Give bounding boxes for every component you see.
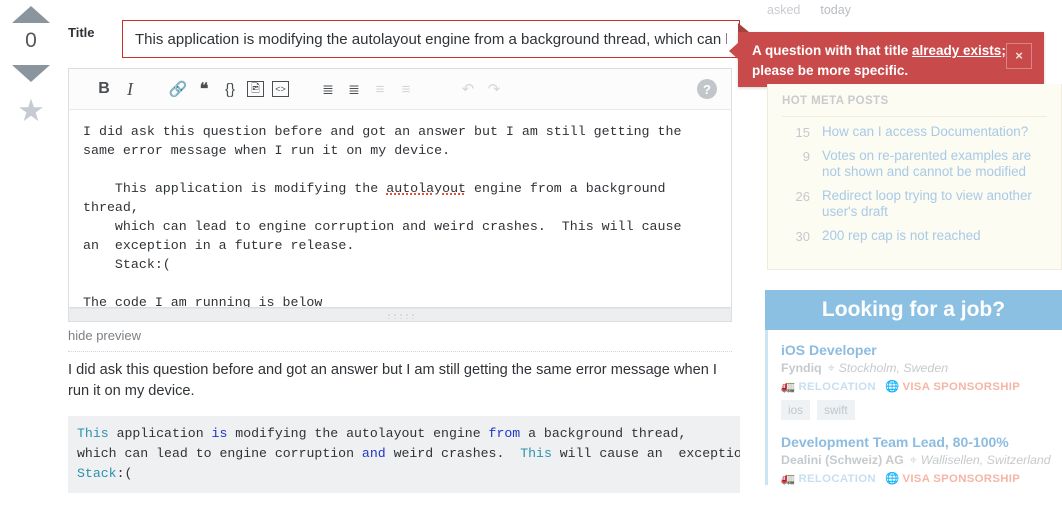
link-icon[interactable]: 🔗 (165, 76, 191, 102)
code-braces-icon[interactable]: {} (217, 76, 243, 102)
job-listing: iOS Developer Fyndiq ⌖ Stockholm, Sweden 🚛 RE… (781, 342, 1062, 420)
code-token: weird crashes. (385, 446, 521, 461)
editor-text: engine from a background thread, which c… (83, 181, 682, 308)
editor-resize-handle[interactable] (68, 308, 732, 322)
triangle-up-icon[interactable] (12, 6, 50, 23)
job-company: Dealini (Schweiz) AG (781, 453, 904, 467)
asked-timestamp: asked today (767, 3, 851, 17)
visa-sponsorship-badge: 🌐 VISA SPONSORSHIP (884, 473, 1021, 485)
job-tags: ios swift (781, 400, 1062, 420)
code-token: This (520, 446, 552, 461)
undo-icon: ↶ (461, 81, 475, 98)
truck-icon: 🚛 (781, 473, 796, 485)
bulleted-list-icon[interactable]: ≣ (341, 76, 367, 102)
toolbar-group: BI (91, 76, 143, 102)
job-location: Wallisellen, Switzerland (920, 453, 1051, 467)
title-label: Title (68, 25, 95, 40)
job-tag[interactable]: swift (817, 400, 855, 420)
hide-preview-link[interactable]: hide preview (68, 328, 141, 343)
vote-column: 0 ★ (0, 0, 62, 150)
code-token: which can lead to engine corruption (77, 446, 362, 461)
preview-paragraph: I did ask this question before and got a… (68, 362, 717, 399)
hot-meta-post-item: 9 Votes on re-parented examples are not s… (780, 148, 1049, 181)
tooltip-pointer-icon (729, 42, 739, 60)
job-title-link[interactable]: Development Team Lead, 80-100% (781, 434, 1062, 450)
grip-dots-icon (386, 313, 414, 319)
hot-meta-posts-heading: HOT META POSTS (782, 95, 889, 107)
relocation-badge: 🚛 RELOCATION (781, 381, 876, 393)
heading-icon: ≡ (375, 80, 385, 98)
hot-meta-post-item: 26 Redirect loop trying to view another u… (780, 188, 1049, 221)
triangle-down-icon[interactable] (12, 65, 50, 82)
toolbar-group: ↶ ↷ (455, 76, 507, 102)
question-mark-icon[interactable]: ? (697, 79, 717, 99)
image-icon[interactable]: 🖻 (247, 81, 264, 97)
location-pin-icon: ⌖ (827, 361, 835, 375)
job-perks: 🚛 RELOCATION 🌐 VISA SPONSORSHIP (781, 379, 1062, 393)
relocation-badge: 🚛 RELOCATION (781, 473, 876, 485)
star-icon[interactable]: ★ (17, 95, 45, 126)
job-perks: 🚛 RELOCATION 🌐 VISA SPONSORSHIP (781, 471, 1062, 485)
code-token: This (77, 426, 109, 441)
title-input[interactable] (122, 20, 740, 58)
meta-post-link[interactable]: Redirect loop trying to view another use… (822, 188, 1049, 221)
italic-icon[interactable]: I (117, 76, 143, 102)
hot-meta-post-item: 30 200 rep cap is not reached (780, 228, 1049, 245)
meta-post-votes: 26 (795, 188, 810, 204)
globe-icon: 🌐 (884, 473, 900, 485)
job-listings-panel: Looking for a job? iOS Developer Fyndiq ⌖ S… (765, 290, 1062, 508)
editor-textarea[interactable]: I did ask this question before and got a… (68, 110, 732, 308)
question-edit-page: 0 ★ Title A question with that title alr… (0, 0, 1062, 508)
asked-value: today (820, 3, 851, 17)
vote-count: 0 (25, 29, 37, 52)
code-token: from (488, 426, 521, 441)
meta-post-votes: 30 (795, 228, 810, 244)
code-token: application (108, 426, 212, 441)
editor-toolbar: B I 🔗 ❝{} 🖻 <> ≣ ≣ ≡ ≡ ↶ ↷ ? (68, 68, 732, 110)
bold-icon[interactable]: B (91, 76, 117, 102)
horizontal-rule-icon: ≡ (401, 80, 411, 98)
job-company: Fyndiq (781, 361, 822, 375)
tooltip-arrow-icon (738, 23, 749, 32)
meta-post-link[interactable]: Votes on re-parented examples are not sh… (822, 148, 1049, 181)
code-token: Stack (77, 466, 117, 481)
toolbar-group: ≣ ≣ ≡ ≡ (315, 76, 419, 102)
markdown-editor: B I 🔗 ❝{} 🖻 <> ≣ ≣ ≡ ≡ ↶ ↷ ? I did ask this questio… (68, 68, 732, 322)
code-token: is (211, 426, 228, 441)
job-listing: Development Team Lead, 80-100% Dealini (S… (781, 434, 1062, 485)
redo-icon: ↷ (487, 81, 501, 98)
truck-icon: 🚛 (781, 381, 796, 393)
code-token: a background thread, (520, 426, 687, 441)
visa-sponsorship-badge: 🌐 VISA SPONSORSHIP (884, 381, 1021, 393)
job-title-link[interactable]: iOS Developer (781, 342, 1062, 358)
code-token: will cause an exception in a future rele… (559, 446, 740, 461)
markdown-preview: I did ask this question before and got a… (68, 360, 740, 508)
globe-icon: 🌐 (884, 381, 900, 393)
job-company-location: Fyndiq ⌖ Stockholm, Sweden (781, 361, 1062, 376)
code-token: and (361, 446, 386, 461)
location-pin-icon: ⌖ (909, 453, 917, 467)
code-token: modifying the autolayout engine (227, 426, 489, 441)
job-company-location: Dealini (Schweiz) AG ⌖ Wallisellen, Switze… (781, 453, 1062, 468)
misspelled-word: autolayout (386, 181, 467, 196)
divider (782, 116, 1047, 117)
meta-post-votes: 15 (795, 125, 810, 140)
hot-meta-post-item: 15 How can I access Documentation? (780, 124, 1049, 141)
toolbar-group: 🔗 ❝{} 🖻 <> (165, 76, 293, 102)
code-token: :( (116, 466, 133, 481)
code-block-icon[interactable]: <> (272, 81, 289, 97)
job-tag[interactable]: ios (781, 400, 811, 420)
preview-code-block: This application is modifying the autola… (68, 416, 740, 493)
meta-post-link[interactable]: 200 rep cap is not reached (822, 228, 981, 245)
job-panel-heading: Looking for a job? (765, 290, 1062, 330)
preview-divider (68, 351, 732, 352)
meta-post-link[interactable]: How can I access Documentation? (822, 124, 1028, 141)
job-location: Stockholm, Sweden (838, 361, 949, 375)
hot-meta-posts-panel: HOT META POSTS 15 How can I access Docume… (767, 84, 1062, 270)
blockquote-icon[interactable]: ❝ (191, 76, 217, 102)
meta-post-votes: 9 (802, 148, 810, 164)
asked-label: asked (767, 3, 801, 17)
numbered-list-icon[interactable]: ≣ (315, 76, 341, 102)
